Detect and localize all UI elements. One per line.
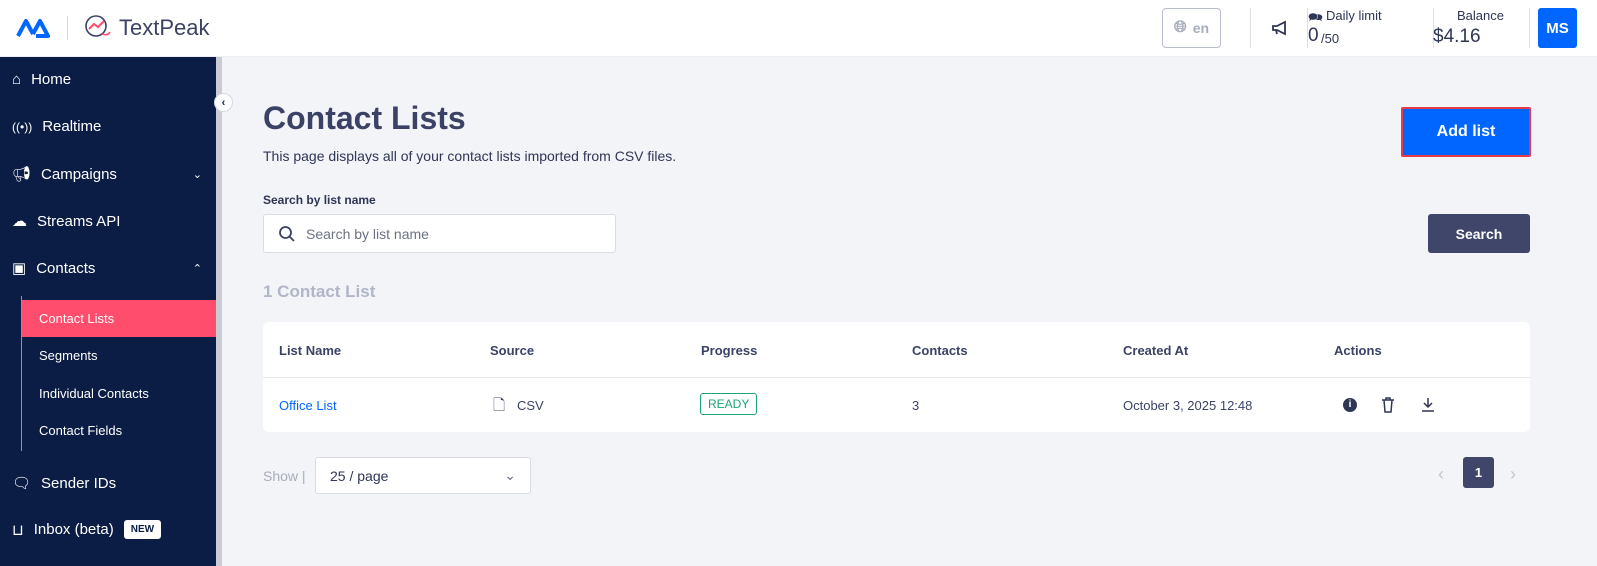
divider xyxy=(67,16,68,40)
avatar[interactable]: MS xyxy=(1538,8,1577,48)
daily-used: 0 xyxy=(1308,25,1319,46)
divider xyxy=(1250,8,1251,48)
divider xyxy=(263,377,1530,378)
new-badge: NEW xyxy=(123,520,162,539)
cloud-icon: ☁︎ xyxy=(12,213,27,230)
sidebar-item-campaigns[interactable]: 📢︎ Campaigns ⌄ xyxy=(12,165,202,184)
chevron-up-icon: ⌃ xyxy=(192,262,202,275)
search-placeholder: Search by list name xyxy=(306,225,429,242)
chevron-down-icon: ⌄ xyxy=(504,467,516,483)
label: Sender IDs xyxy=(41,474,117,492)
sidebar-item-contacts[interactable]: ▣ Contacts ⌃ xyxy=(12,259,202,278)
contacts-icon: ▣ xyxy=(12,260,27,277)
info-icon[interactable]: i xyxy=(1343,398,1357,412)
source: CSV xyxy=(517,398,544,413)
company-logo-icon xyxy=(16,19,50,38)
prev-page-button[interactable]: ‹ xyxy=(1438,464,1444,485)
daily-limit-label: Daily limit xyxy=(1326,8,1382,23)
divider xyxy=(1529,8,1530,48)
sidebar-item-sender-ids[interactable]: 🗨︎ Sender IDs xyxy=(12,474,117,493)
show-label: Show | xyxy=(263,468,306,484)
download-icon[interactable] xyxy=(1421,397,1435,413)
contact-lists-table: List Name Source Progress Contacts Creat… xyxy=(263,322,1530,432)
daily-total: /50 xyxy=(1321,31,1340,46)
brand-name: TextPeak xyxy=(119,15,210,40)
column-header: Source xyxy=(490,343,535,358)
status-badge: READY xyxy=(700,393,758,415)
page-title: Contact Lists xyxy=(263,100,466,136)
sidebar-item-contact-lists[interactable]: Contact Lists xyxy=(22,300,216,337)
broadcast-icon: ((•)) xyxy=(12,119,33,134)
language-code: en xyxy=(1192,20,1210,36)
sidebar-scrollbar[interactable] xyxy=(216,57,222,566)
column-header: Progress xyxy=(701,343,758,358)
page-1-button[interactable]: 1 xyxy=(1463,457,1494,488)
textpeak-logo-icon xyxy=(85,15,111,37)
label: Home xyxy=(31,71,72,88)
column-header: List Name xyxy=(279,343,342,358)
csv-file-icon: 🗋 xyxy=(493,397,506,414)
search-label: Search by list name xyxy=(263,193,376,207)
list-name-link[interactable]: Office List xyxy=(279,398,337,413)
trash-icon[interactable] xyxy=(1381,397,1395,413)
column-header: Contacts xyxy=(912,343,968,358)
sidebar-item-inbox[interactable]: ⊔ Inbox (beta) NEW xyxy=(12,520,162,539)
next-page-button[interactable]: › xyxy=(1510,464,1516,485)
list-count: 1 Contact List xyxy=(263,282,376,301)
globe-icon: 🌐︎ xyxy=(1173,19,1187,36)
label: Inbox (beta) xyxy=(33,521,114,538)
balance-value: $4.16 xyxy=(1433,26,1481,47)
chevron-down-icon: ⌄ xyxy=(192,168,202,181)
contacts-count: 3 xyxy=(912,398,920,413)
label: Realtime xyxy=(42,118,102,135)
sidebar-item-segments[interactable]: Segments xyxy=(22,337,216,374)
page-size-select[interactable]: 25 / page ⌄ xyxy=(315,457,531,494)
sidebar-item-home[interactable]: ⌂ Home xyxy=(12,71,71,88)
page-size-value: 25 / page xyxy=(330,467,389,484)
megaphone-icon[interactable] xyxy=(1271,19,1289,37)
sidebar-item-contact-fields[interactable]: Contact Fields xyxy=(22,412,216,449)
language-selector[interactable]: 🌐︎ en xyxy=(1162,8,1221,48)
column-header: Actions xyxy=(1334,343,1382,358)
collapse-sidebar-button[interactable]: ‹ xyxy=(214,93,233,112)
search-input[interactable]: Search by list name xyxy=(263,214,616,253)
sidebar-item-individual-contacts[interactable]: Individual Contacts xyxy=(22,375,216,412)
home-icon: ⌂ xyxy=(12,71,22,88)
label: Contacts xyxy=(36,259,96,277)
inbox-icon: ⊔ xyxy=(12,521,24,539)
column-header: Created At xyxy=(1123,343,1189,358)
message-icon: 🗨︎ xyxy=(12,475,32,492)
top-header: TextPeak 🌐︎ en 🗪︎ Daily limit 0 /50 Balan… xyxy=(0,0,1597,57)
label: Streams API xyxy=(37,212,121,230)
search-icon xyxy=(279,225,295,242)
created-at: October 3, 2025 12:48 xyxy=(1123,398,1253,413)
sidebar-item-realtime[interactable]: ((•)) Realtime xyxy=(12,118,101,135)
label: Campaigns xyxy=(41,165,117,183)
megaphone-icon: 📢︎ xyxy=(12,166,32,183)
add-list-button[interactable]: Add list xyxy=(1401,107,1531,157)
sidebar-item-streams-api[interactable]: ☁︎ Streams API xyxy=(12,212,121,231)
balance-label: Balance xyxy=(1457,8,1504,23)
search-button[interactable]: Search xyxy=(1428,214,1530,253)
page-subtitle: This page displays all of your contact l… xyxy=(263,148,677,164)
